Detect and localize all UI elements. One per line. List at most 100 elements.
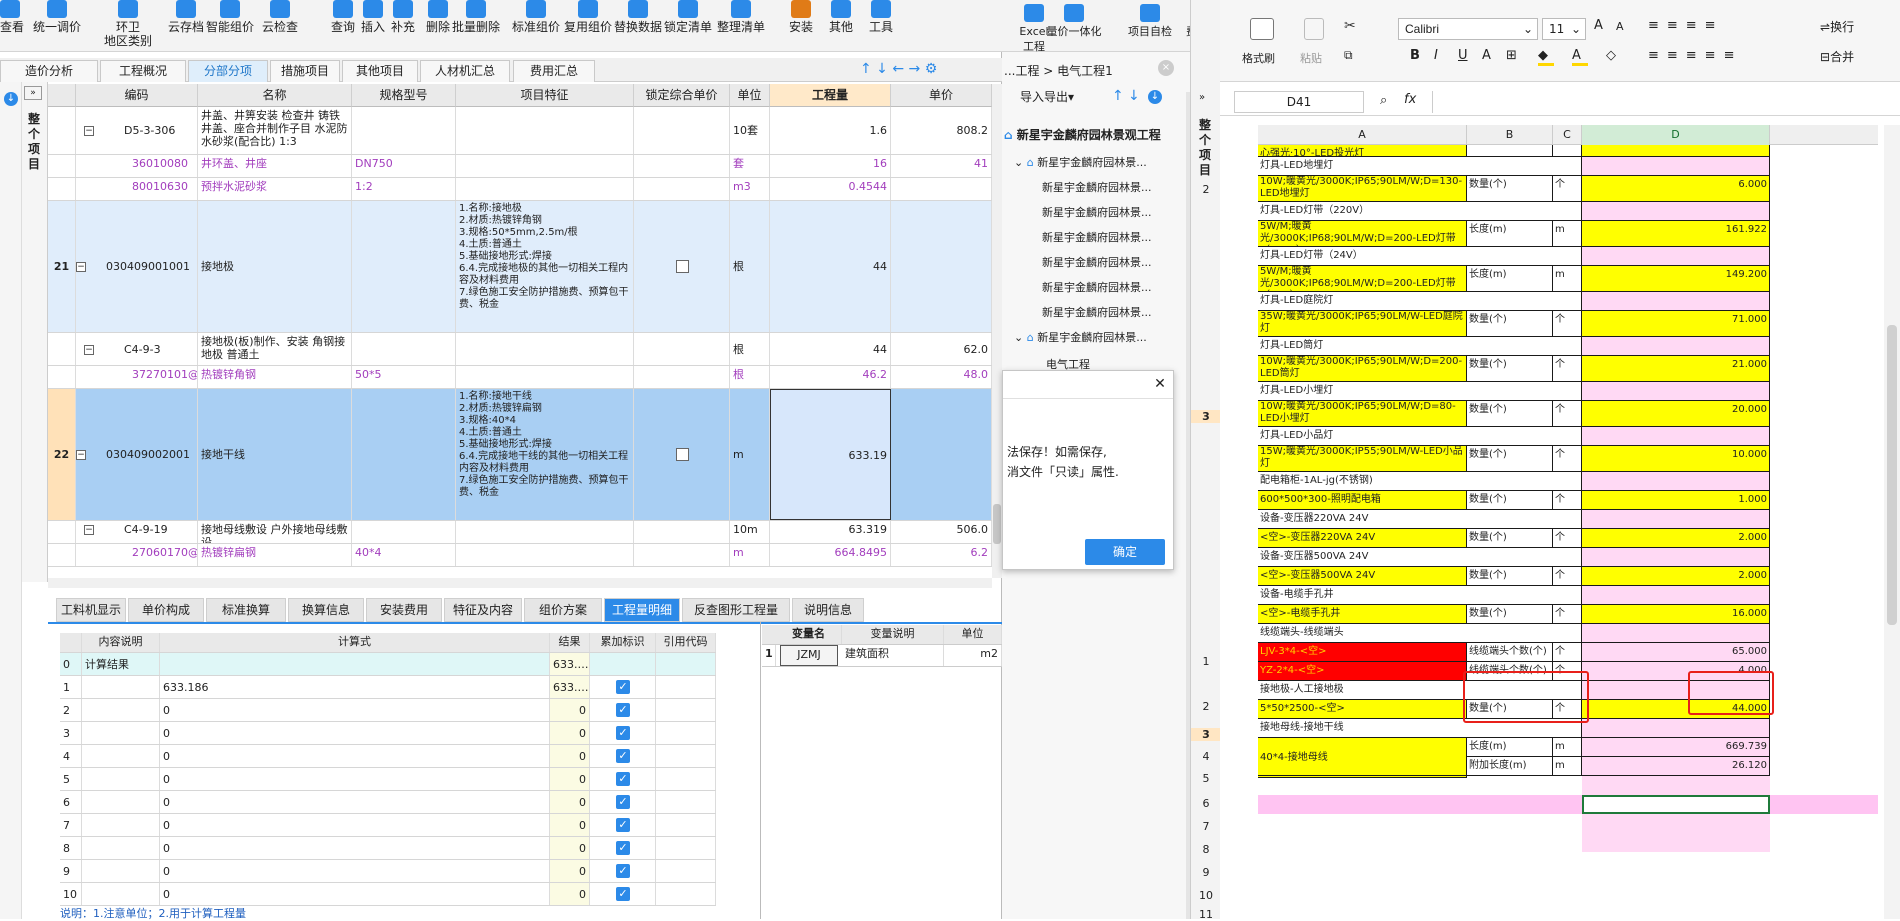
row-unit[interactable]: m3	[730, 178, 770, 200]
cell-a[interactable]: 10W;暖黄光/3000K;IP65;90LM/W;D=80-LED小埋灯	[1258, 401, 1467, 427]
h-scrollbar[interactable]	[48, 578, 992, 588]
cell-c[interactable]	[1553, 145, 1582, 157]
row-name[interactable]: 热镀锌角钢	[198, 366, 352, 388]
toolbar-button[interactable]: 整理清单	[713, 0, 769, 50]
cell-b[interactable]: 数量(个)	[1467, 605, 1553, 624]
column-header[interactable]: 名称	[198, 84, 352, 107]
module-tab[interactable]: 分部分项	[188, 60, 268, 82]
cell-a[interactable]	[1258, 833, 1467, 852]
table-row[interactable]: 0 计算结果 633.…	[60, 653, 716, 676]
row-code[interactable]: 030409002001	[76, 389, 198, 520]
row-accumulate[interactable]: ✓	[590, 837, 656, 859]
ok-button[interactable]: 确定	[1085, 539, 1165, 565]
sheet-row[interactable]: 30设备-电缆手孔井	[1258, 586, 1878, 605]
cell-d[interactable]: 149.200	[1582, 266, 1770, 292]
merge-button[interactable]: ⊟合并	[1820, 48, 1880, 65]
cell-a[interactable]: <空>-变压器220VA 24V	[1258, 529, 1467, 548]
cell-a[interactable]: 5*50*2500-<空>	[1258, 700, 1467, 719]
table-row[interactable]: 3 0 0 ✓	[60, 722, 716, 745]
cell-d[interactable]: 1.000	[1582, 491, 1770, 510]
row-ref[interactable]	[656, 837, 716, 859]
sheet-row[interactable]: 41	[1258, 795, 1878, 814]
sheet-row[interactable]: 3840*4-接地母线长度(m)m669.739	[1258, 738, 1878, 778]
cell-d[interactable]: 161.922	[1582, 221, 1770, 247]
table-row[interactable]: C4-9-3 接地极(板)制作、安装 角钢接地极 普通土 根 44 62.0 −	[48, 333, 992, 366]
sheet-row[interactable]: 26设备-变压器220VA 24V	[1258, 510, 1878, 529]
cell-d[interactable]	[1582, 776, 1770, 795]
cell-c[interactable]: m	[1553, 757, 1582, 776]
row-desc[interactable]	[82, 814, 160, 836]
cell-d[interactable]	[1582, 292, 1770, 311]
sheet-row[interactable]: 33LJV-3*4-<空>线缆端头个数(个)个65.000	[1258, 643, 1878, 662]
detail-tab[interactable]: 组价方案	[524, 598, 602, 622]
cell-a[interactable]: 灯具-LED灯带（24V）	[1258, 247, 1553, 266]
cell-a[interactable]: 5W/M;暖黄光/3000K;IP68;90LM/W;D=200-LED灯带（2…	[1258, 266, 1467, 292]
cell-a[interactable]: 10W;暖黄光/3000K;IP65;90LM/W;D=200-LED筒灯	[1258, 356, 1467, 382]
cell-c[interactable]	[1553, 795, 1582, 814]
sheet-row[interactable]: 9心强光·10°-LED投光灯	[1258, 145, 1878, 157]
cell-d[interactable]: 71.000	[1582, 311, 1770, 337]
cell-d[interactable]	[1582, 472, 1770, 491]
table-row[interactable]: 6 0 0 ✓	[60, 791, 716, 814]
row-formula[interactable]: 0	[160, 699, 550, 721]
tree-item[interactable]: 新星宇金麟府园林景...	[1042, 279, 1202, 297]
cell-d[interactable]	[1582, 247, 1770, 266]
row-formula[interactable]: 0	[160, 814, 550, 836]
cell-a[interactable]: 15W;暖黄光/3000K;IP55;90LM/W-LED小品灯	[1258, 446, 1467, 472]
sheet-scrollbar[interactable]	[1884, 125, 1900, 919]
row-desc[interactable]	[82, 722, 160, 744]
cell-a[interactable]: YZ-2*4-<空>	[1258, 662, 1467, 681]
row-formula[interactable]: 633.186	[160, 676, 550, 698]
cell-a[interactable]: 10W;暖黄光/3000K;IP65;90LM/W;D=130-LED地埋灯	[1258, 176, 1467, 202]
row-lock[interactable]	[634, 201, 730, 332]
sheet-row[interactable]: 10灯具-LED地埋灯	[1258, 157, 1878, 176]
cell-d[interactable]	[1582, 157, 1770, 176]
column-header[interactable]: 变量名	[776, 625, 842, 644]
row-ref[interactable]	[656, 791, 716, 813]
move-down-icon[interactable]: ↓	[1128, 88, 1140, 104]
row-qty[interactable]: 0.4544	[770, 178, 891, 200]
row-formula[interactable]: 0	[160, 860, 550, 882]
row-formula[interactable]: 0	[160, 883, 550, 905]
sheet-row[interactable]: 135W/M;暖黄光/3000K;IP68;90LM/W;D=200-LED灯带…	[1258, 221, 1878, 247]
sheet-row[interactable]: 28设备-变压器500VA 24V	[1258, 548, 1878, 567]
column-header[interactable]: 单价	[891, 84, 992, 107]
border-icon[interactable]: ⊞	[1506, 48, 1522, 63]
expand-toggle-icon[interactable]: −	[84, 344, 94, 355]
column-header[interactable]: 结果	[550, 633, 590, 652]
sheet-row[interactable]: 1110W;暖黄光/3000K;IP65;90LM/W;D=130-LED地埋灯…	[1258, 176, 1878, 202]
cell-a[interactable]: 设备-变压器220VA 24V	[1258, 510, 1553, 529]
sheet-row[interactable]: 39附加长度(m)m26.120	[1258, 757, 1878, 776]
detail-tab[interactable]: 说明信息	[792, 598, 864, 622]
table-row[interactable]: 22 030409002001 接地干线 1.名称:接地干线 2.材质:热镀锌扁钢 3…	[48, 389, 992, 521]
row-ref[interactable]	[656, 860, 716, 882]
cell-a[interactable]: 灯具-LED小埋灯	[1258, 382, 1553, 401]
grid-scrollbar[interactable]	[992, 84, 1002, 578]
row-feature[interactable]	[456, 178, 634, 200]
cell-b[interactable]	[1467, 795, 1553, 814]
row-desc[interactable]	[82, 745, 160, 767]
cell-c[interactable]: 个	[1553, 446, 1582, 472]
sheet-row[interactable]: 20灯具-LED小埋灯	[1258, 382, 1878, 401]
move-up-icon[interactable]: ↑	[1112, 88, 1124, 104]
align-top-icons[interactable]: ≡≡≡≡	[1648, 18, 1748, 38]
row-price[interactable]	[891, 201, 992, 332]
cell-d[interactable]	[1582, 548, 1770, 567]
row-spec[interactable]	[352, 333, 456, 365]
font-color-icon[interactable]: A	[1572, 48, 1588, 66]
detail-tab[interactable]: 反查图形工程量	[682, 598, 790, 622]
cell-c[interactable]	[1553, 776, 1582, 795]
cell-c[interactable]: 个	[1553, 311, 1582, 337]
sheet-row[interactable]: 42	[1258, 814, 1878, 833]
cell-b[interactable]: 数量(个)	[1467, 567, 1553, 586]
cell-b[interactable]: 长度(m)	[1467, 266, 1553, 292]
bill-items-grid[interactable]: 编码 名称 规格型号 项目特征 锁定综合单价 单位 工程量 单价 D5-3-306 井盖、井箅安装…	[48, 84, 992, 578]
row-feature[interactable]	[456, 107, 634, 154]
cell-b[interactable]	[1467, 814, 1553, 833]
row-code[interactable]: 27060170@1	[76, 544, 198, 566]
fx-icon[interactable]: fx	[1404, 92, 1424, 107]
font-size-select[interactable]: 11 ⌄	[1542, 18, 1586, 40]
detail-tab[interactable]: 换算信息	[288, 598, 364, 622]
row-desc[interactable]	[82, 791, 160, 813]
cell-a[interactable]: 配电箱柜-1AL-jg(不锈钢)	[1258, 472, 1553, 491]
